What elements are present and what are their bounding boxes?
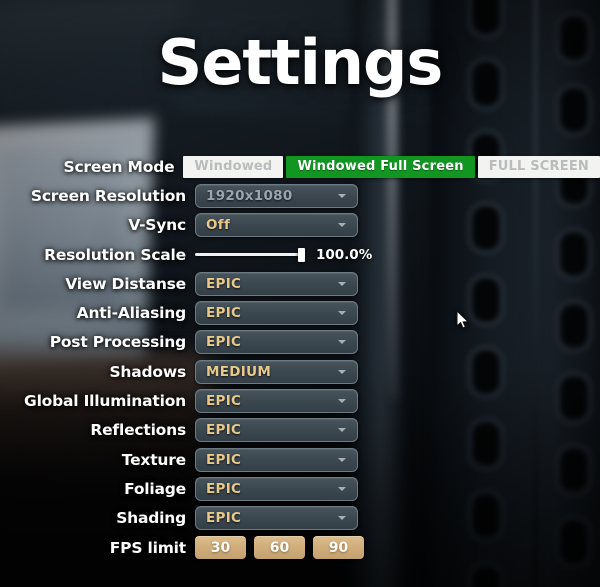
chevron-down-icon xyxy=(338,516,346,521)
slider-resolution-scale: 100.0% xyxy=(195,243,372,267)
chevron-down-icon xyxy=(338,399,346,404)
setting-label-foliage: Foliage xyxy=(124,479,186,498)
setting-row-reflections: Reflections EPIC xyxy=(0,416,600,445)
setting-row-anti-aliasing: Anti-Aliasing EPIC xyxy=(0,298,600,327)
setting-control-shading: EPIC xyxy=(195,506,358,531)
screen-mode-option-windowed[interactable]: Windowed xyxy=(183,155,284,178)
dropdown-texture[interactable]: EPIC xyxy=(195,447,358,472)
dropdown-value-foliage: EPIC xyxy=(206,480,242,497)
setting-control-screen-resolution: 1920x1080 xyxy=(195,183,358,208)
screen-mode-option-windowed-full-screen[interactable]: Windowed Full Screen xyxy=(286,155,475,178)
setting-row-foliage: Foliage EPIC xyxy=(0,474,600,503)
setting-row-fps-limit: FPS limit 30 60 90 xyxy=(0,533,600,562)
chevron-down-icon xyxy=(338,281,346,286)
dropdown-value-v-sync: Off xyxy=(206,217,231,234)
fps-limit-group: 30 60 90 xyxy=(195,536,364,559)
setting-label-v-sync: V-Sync xyxy=(128,216,186,235)
segmented-group-screen-mode: Windowed Windowed Full Screen FULL SCREEN xyxy=(183,155,600,178)
settings-screen: Settings Screen Mode Windowed Windowed Ful… xyxy=(0,0,600,587)
chevron-down-icon xyxy=(338,428,346,433)
screen-mode-option-full-screen[interactable]: FULL SCREEN xyxy=(477,155,600,178)
dropdown-value-anti-aliasing: EPIC xyxy=(206,305,242,322)
dropdown-screen-resolution[interactable]: 1920x1080 xyxy=(195,183,358,208)
dropdown-post-processing[interactable]: EPIC xyxy=(195,330,358,355)
setting-row-texture: Texture EPIC xyxy=(0,445,600,474)
setting-label-texture: Texture xyxy=(121,450,186,469)
setting-control-anti-aliasing: EPIC xyxy=(195,301,358,326)
dropdown-v-sync[interactable]: Off xyxy=(195,213,358,238)
setting-row-post-processing: Post Processing EPIC xyxy=(0,328,600,357)
fps-limit-option-30[interactable]: 30 xyxy=(195,536,246,559)
setting-label-resolution-scale: Resolution Scale xyxy=(44,245,186,264)
setting-row-v-sync: V-Sync Off xyxy=(0,211,600,240)
setting-row-shadows: Shadows MEDIUM xyxy=(0,357,600,386)
setting-row-shading: Shading EPIC xyxy=(0,504,600,533)
slider-handle-resolution-scale[interactable] xyxy=(298,247,305,262)
dropdown-value-global-illumination: EPIC xyxy=(206,393,242,410)
settings-list: Screen Mode Windowed Windowed Full Screen F… xyxy=(0,152,600,562)
setting-control-v-sync: Off xyxy=(195,213,358,238)
dropdown-global-illumination[interactable]: EPIC xyxy=(195,389,358,414)
setting-label-shading: Shading xyxy=(116,509,186,528)
dropdown-value-post-processing: EPIC xyxy=(206,334,242,351)
setting-label-anti-aliasing: Anti-Aliasing xyxy=(76,304,187,323)
setting-control-screen-mode: Windowed Windowed Full Screen FULL SCREEN xyxy=(183,155,600,178)
setting-row-screen-resolution: Screen Resolution 1920x1080 xyxy=(0,181,600,210)
dropdown-shadows[interactable]: MEDIUM xyxy=(195,359,358,384)
chevron-down-icon xyxy=(338,223,346,228)
setting-row-screen-mode: Screen Mode Windowed Windowed Full Screen F… xyxy=(0,152,600,181)
chevron-down-icon xyxy=(338,311,346,316)
dropdown-value-shadows: MEDIUM xyxy=(206,363,272,380)
dropdown-value-shading: EPIC xyxy=(206,510,242,527)
setting-label-shadows: Shadows xyxy=(109,362,186,381)
slider-value-resolution-scale: 100.0% xyxy=(316,246,373,263)
chevron-down-icon xyxy=(338,369,346,374)
setting-row-resolution-scale: Resolution Scale 100.0% xyxy=(0,240,600,269)
page-title: Settings xyxy=(157,26,444,99)
dropdown-anti-aliasing[interactable]: EPIC xyxy=(195,301,358,326)
setting-control-reflections: EPIC xyxy=(195,418,358,443)
dropdown-value-texture: EPIC xyxy=(206,451,242,468)
setting-label-post-processing: Post Processing xyxy=(49,333,186,352)
dropdown-value-reflections: EPIC xyxy=(206,422,242,439)
setting-control-texture: EPIC xyxy=(195,447,358,472)
setting-control-fps-limit: 30 60 90 xyxy=(195,536,364,559)
setting-label-screen-resolution: Screen Resolution xyxy=(30,186,186,205)
dropdown-foliage[interactable]: EPIC xyxy=(195,476,358,501)
setting-control-shadows: MEDIUM xyxy=(195,359,358,384)
setting-label-view-distanse: View Distanse xyxy=(65,274,186,293)
setting-row-global-illumination: Global Illumination EPIC xyxy=(0,386,600,415)
setting-control-resolution-scale: 100.0% xyxy=(195,243,372,267)
fps-limit-option-60[interactable]: 60 xyxy=(254,536,305,559)
setting-control-post-processing: EPIC xyxy=(195,330,358,355)
setting-control-foliage: EPIC xyxy=(195,476,358,501)
setting-label-fps-limit: FPS limit xyxy=(109,538,186,557)
setting-label-reflections: Reflections xyxy=(90,421,186,440)
setting-row-view-distanse: View Distanse EPIC xyxy=(0,269,600,298)
setting-control-view-distanse: EPIC xyxy=(195,271,358,296)
dropdown-value-screen-resolution: 1920x1080 xyxy=(206,187,293,204)
dropdown-reflections[interactable]: EPIC xyxy=(195,418,358,443)
fps-limit-option-90[interactable]: 90 xyxy=(313,536,364,559)
chevron-down-icon xyxy=(338,457,346,462)
slider-track-resolution-scale[interactable] xyxy=(195,247,305,262)
setting-label-global-illumination: Global Illumination xyxy=(24,392,186,411)
setting-label-screen-mode: Screen Mode xyxy=(63,157,175,176)
dropdown-shading[interactable]: EPIC xyxy=(195,506,358,531)
dropdown-value-view-distanse: EPIC xyxy=(206,275,242,292)
dropdown-view-distanse[interactable]: EPIC xyxy=(195,271,358,296)
chevron-down-icon xyxy=(338,193,346,198)
setting-control-global-illumination: EPIC xyxy=(195,389,358,414)
chevron-down-icon xyxy=(338,340,346,345)
chevron-down-icon xyxy=(338,486,346,491)
